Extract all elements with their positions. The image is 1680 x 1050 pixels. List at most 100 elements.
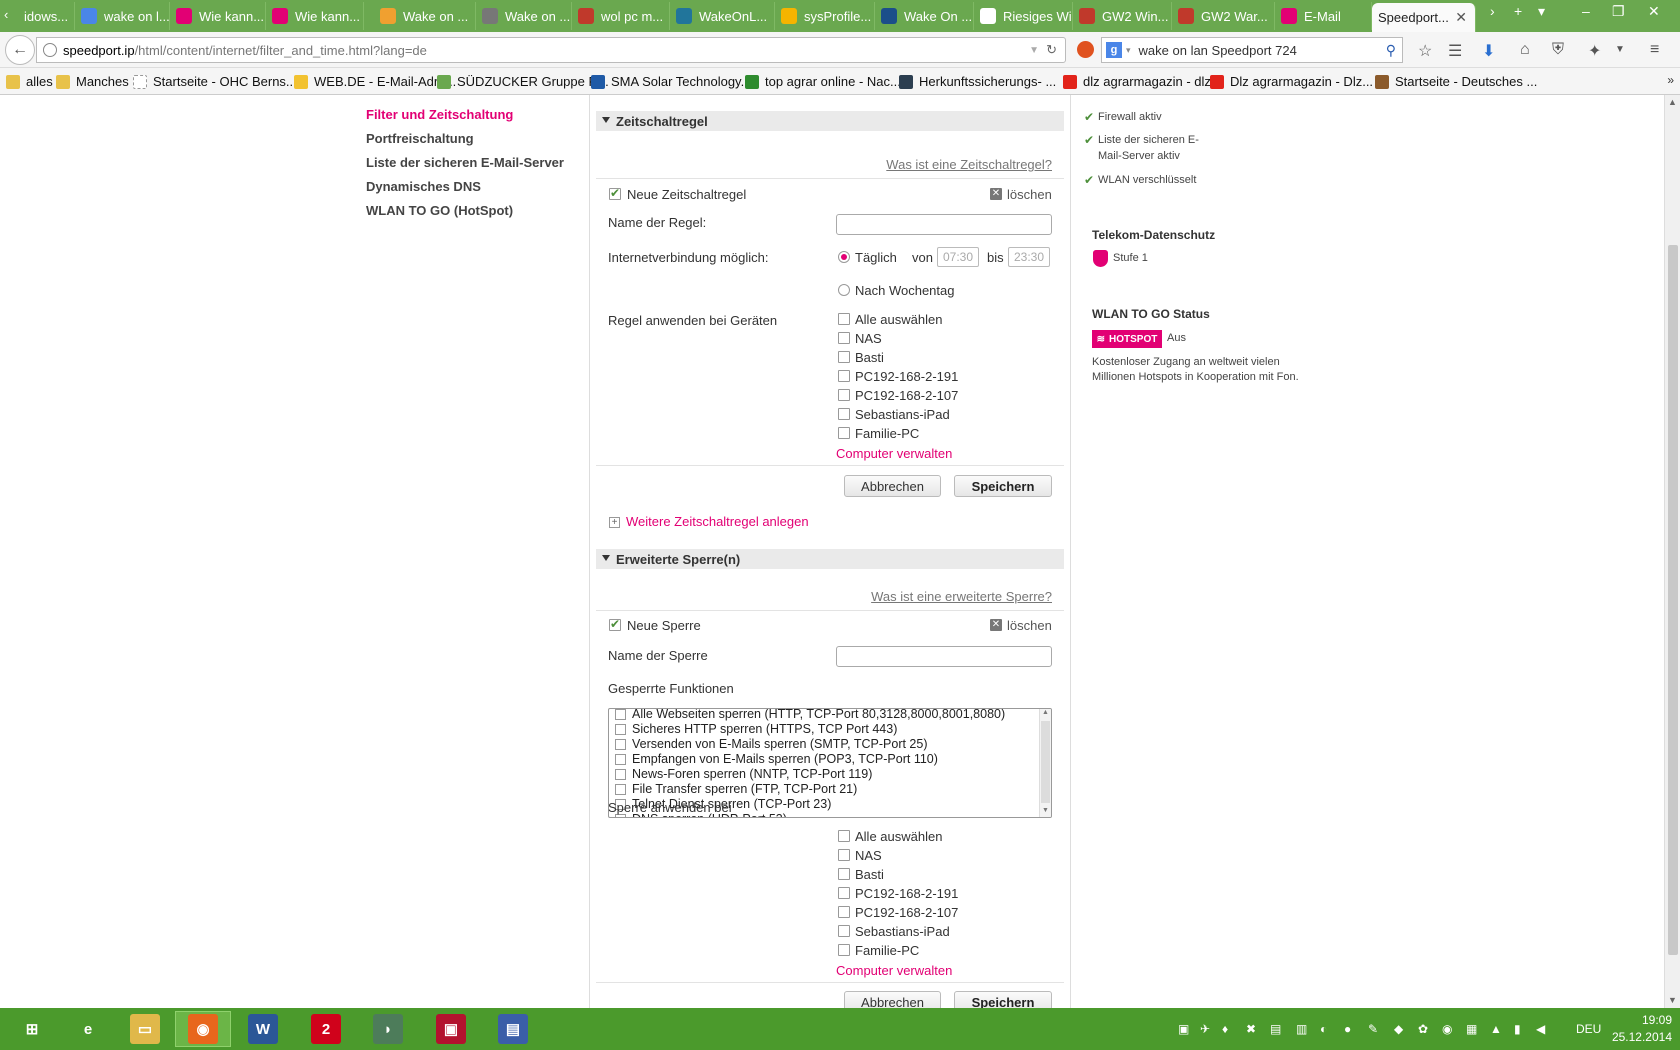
- device-checkbox[interactable]: [838, 944, 850, 956]
- tray-icon[interactable]: ▲: [1490, 1022, 1502, 1036]
- bookmark-item[interactable]: Herkunftssicherungs- ...: [899, 74, 1056, 89]
- device-checkbox[interactable]: [838, 351, 850, 363]
- listbox-scroll-thumb[interactable]: [1041, 721, 1050, 803]
- url-history-icon[interactable]: ▼: [1029, 45, 1039, 56]
- language-indicator[interactable]: DEU: [1576, 1022, 1601, 1036]
- save-button[interactable]: Speichern: [954, 475, 1052, 497]
- device-checkbox[interactable]: [838, 830, 850, 842]
- device-checkbox[interactable]: [838, 370, 850, 382]
- downloads-icon[interactable]: ⬇: [1482, 41, 1495, 61]
- addon-puzzle-icon[interactable]: ✦: [1588, 41, 1601, 61]
- tray-icon[interactable]: ▤: [1270, 1022, 1281, 1036]
- search-input[interactable]: wake on lan Speedport 724: [1139, 43, 1297, 58]
- tray-network-icon[interactable]: ✈: [1200, 1022, 1210, 1036]
- bookmarks-list-icon[interactable]: ☰: [1448, 41, 1462, 61]
- tab[interactable]: Riesiges Wint...: [974, 2, 1073, 30]
- cancel-button[interactable]: Abbrechen: [844, 991, 941, 1008]
- tab[interactable]: sysProfile...: [775, 2, 875, 30]
- tab[interactable]: Wake on ...: [476, 2, 572, 30]
- function-checkbox[interactable]: [615, 783, 626, 795]
- taskbar-app[interactable]: W: [235, 1011, 291, 1047]
- back-button[interactable]: ←: [5, 35, 35, 65]
- scroll-down-icon[interactable]: ▼: [1042, 807, 1049, 814]
- addon-dropdown-icon[interactable]: ▼: [1615, 44, 1625, 55]
- tray-icon[interactable]: ▥: [1296, 1022, 1307, 1036]
- scroll-up-icon[interactable]: ▲: [1042, 709, 1049, 716]
- bookmark-item[interactable]: Dlz agrarmagazin - Dlz...: [1210, 74, 1373, 89]
- function-row[interactable]: File Transfer sperren (FTP, TCP-Port 21): [615, 782, 857, 796]
- function-row[interactable]: Alle Webseiten sperren (HTTP, TCP-Port 8…: [615, 709, 1005, 721]
- rule-name-input[interactable]: [836, 214, 1052, 235]
- tab[interactable]: wol pc m...: [572, 2, 670, 30]
- datenschutz-level[interactable]: Stufe 1: [1113, 252, 1148, 264]
- tray-icon[interactable]: ◐: [1320, 1022, 1327, 1036]
- device-checkbox[interactable]: [838, 389, 850, 401]
- tray-icon[interactable]: ▣: [1178, 1022, 1189, 1036]
- device-checkbox[interactable]: [838, 906, 850, 918]
- search-engine-dropdown-icon[interactable]: ▾: [1126, 45, 1131, 56]
- bookmark-item[interactable]: dlz agrarmagazin - dlz...: [1063, 74, 1222, 89]
- addon-icon[interactable]: [1077, 41, 1094, 58]
- page-scroll-thumb[interactable]: [1668, 245, 1678, 955]
- add-rule-link[interactable]: Weitere Zeitschaltregel anlegen: [626, 514, 809, 529]
- collapse-triangle-icon[interactable]: [602, 117, 610, 123]
- taskbar-app[interactable]: ▤: [485, 1011, 541, 1047]
- taskbar-app[interactable]: ◉: [175, 1011, 231, 1047]
- function-checkbox[interactable]: [615, 709, 626, 720]
- bookmark-star-icon[interactable]: ☆: [1418, 41, 1432, 61]
- collapse-triangle-icon[interactable]: [602, 555, 610, 561]
- function-row[interactable]: Empfangen von E-Mails sperren (POP3, TCP…: [615, 752, 938, 766]
- tray-icon[interactable]: ✎: [1368, 1022, 1378, 1036]
- tab[interactable]: GW2 Win...: [1073, 2, 1172, 30]
- device-checkbox[interactable]: [838, 332, 850, 344]
- delete-icon[interactable]: ✕: [990, 619, 1002, 631]
- tab[interactable]: GW2 War...: [1172, 2, 1275, 30]
- network-icon[interactable]: ▮: [1514, 1022, 1521, 1036]
- section-header-sperre[interactable]: Erweiterte Sperre(n): [596, 549, 1064, 569]
- bookmark-item[interactable]: Manches: [56, 74, 129, 89]
- manage-computers-link[interactable]: Computer verwalten: [836, 446, 952, 461]
- tab[interactable]: WakeOnL...: [670, 2, 775, 30]
- section-header-zeitschaltregel[interactable]: Zeitschaltregel: [596, 111, 1064, 131]
- device-checkbox[interactable]: [838, 925, 850, 937]
- bookmark-item[interactable]: alles: [6, 74, 53, 89]
- tab[interactable]: Wake on ...: [374, 2, 476, 30]
- tab[interactable]: E-Mail: [1275, 2, 1372, 30]
- tab-close-icon[interactable]: ✕: [1455, 9, 1467, 26]
- device-checkbox[interactable]: [838, 408, 850, 420]
- function-checkbox[interactable]: [615, 723, 626, 735]
- tray-icon[interactable]: ◆: [1394, 1022, 1403, 1036]
- to-time-input[interactable]: 23:30: [1008, 247, 1050, 267]
- search-bar[interactable]: g ▾ wake on lan Speedport 724 ⚲: [1101, 37, 1403, 63]
- sidebar-item-filter[interactable]: Filter und Zeitschaltung: [366, 107, 513, 122]
- function-row[interactable]: Sicheres HTTP sperren (HTTPS, TCP Port 4…: [615, 722, 897, 736]
- search-icon[interactable]: ⚲: [1386, 42, 1396, 59]
- device-checkbox[interactable]: [838, 887, 850, 899]
- weekday-radio[interactable]: [838, 284, 850, 296]
- taskbar-app[interactable]: ◗: [360, 1011, 416, 1047]
- menu-icon[interactable]: ≡: [1650, 41, 1659, 59]
- tab-list-icon[interactable]: ▾: [1538, 3, 1545, 20]
- manage-computers-link[interactable]: Computer verwalten: [836, 963, 952, 978]
- new-block-checkbox[interactable]: [609, 617, 621, 631]
- sidebar-item-dyndns[interactable]: Dynamisches DNS: [366, 179, 481, 194]
- new-tab-icon[interactable]: +: [1514, 3, 1522, 19]
- function-checkbox[interactable]: [615, 768, 626, 780]
- device-checkbox[interactable]: [838, 849, 850, 861]
- sidebar-item-wlan-to-go[interactable]: WLAN TO GO (HotSpot): [366, 203, 513, 218]
- function-row[interactable]: Versenden von E-Mails sperren (SMTP, TCP…: [615, 737, 928, 751]
- tab-scroll-right-icon[interactable]: ›: [1490, 3, 1495, 19]
- delete-rule-link[interactable]: löschen: [1007, 187, 1052, 202]
- bookmark-item[interactable]: SMA Solar Technology...: [591, 74, 751, 89]
- tab[interactable]: wake on l...: [75, 2, 170, 30]
- function-checkbox[interactable]: [615, 738, 626, 750]
- new-rule-checkbox[interactable]: [609, 186, 621, 200]
- taskbar-app[interactable]: ⊞: [4, 1011, 60, 1047]
- taskbar-app[interactable]: ▭: [117, 1011, 173, 1047]
- cancel-button[interactable]: Abbrechen: [844, 475, 941, 497]
- function-checkbox[interactable]: [615, 753, 626, 765]
- tab[interactable]: idows...: [18, 2, 75, 30]
- bookmarks-overflow-icon[interactable]: »: [1667, 73, 1674, 87]
- save-button[interactable]: Speichern: [954, 991, 1052, 1008]
- tab[interactable]: Wie kann...: [266, 2, 364, 30]
